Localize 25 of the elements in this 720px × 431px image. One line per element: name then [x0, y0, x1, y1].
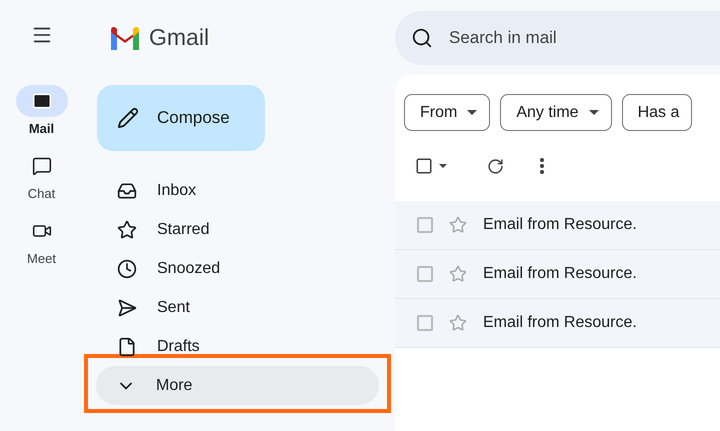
compose-button[interactable]: Compose	[97, 85, 265, 151]
email-subject: Email from Resource.	[483, 314, 637, 332]
filter-chip[interactable]: From	[404, 94, 490, 131]
rail-item-label: Chat	[28, 186, 56, 201]
rail-item-label: Mail	[28, 121, 54, 136]
email-subject: Email from Resource.	[483, 265, 637, 283]
email-row[interactable]: Email from Resource.	[395, 201, 720, 250]
nav-item[interactable]: Starred	[97, 210, 380, 249]
search-field[interactable]: Search in mail	[447, 26, 720, 48]
email-row[interactable]: Email from Resource.	[395, 250, 720, 299]
rail-item[interactable]: Mail	[16, 85, 68, 136]
rail-item[interactable]: Chat	[16, 150, 68, 201]
email-row[interactable]: Email from Resource.	[395, 299, 720, 348]
search-bar[interactable]: Search in mail	[395, 10, 720, 64]
rail-item[interactable]: Meet	[16, 215, 68, 266]
email-subject: Email from Resource.	[483, 216, 637, 234]
filter-chip[interactable]: Has a	[622, 94, 692, 131]
brand-name: Gmail	[149, 24, 210, 51]
nav-item[interactable]: Drafts	[97, 327, 380, 366]
nav-item[interactable]: Sent	[97, 288, 380, 327]
nav-item[interactable]: Inbox	[97, 171, 380, 210]
rail-item-label: Meet	[27, 251, 56, 266]
filter-chip[interactable]: Any time	[500, 94, 612, 131]
nav-item[interactable]: More	[96, 366, 379, 405]
nav-item[interactable]: Snoozed	[97, 249, 380, 288]
